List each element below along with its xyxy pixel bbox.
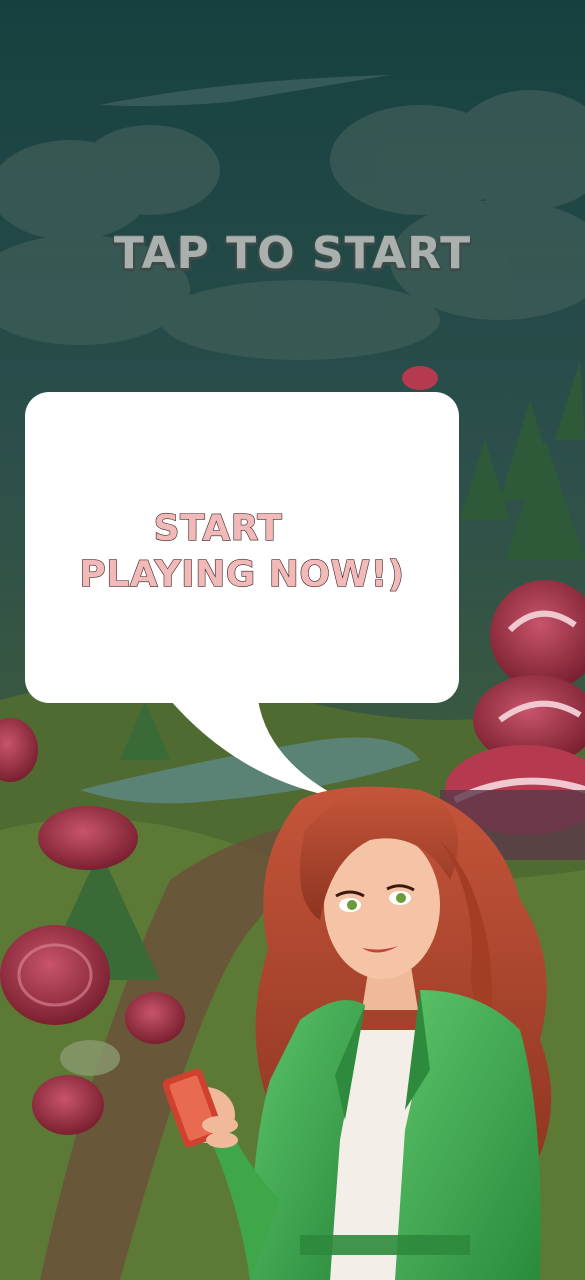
speech-line-2: PLAYING NOW!)	[79, 553, 405, 595]
speech-bubble: START PLAYING NOW!)	[25, 392, 459, 703]
speech-bubble-text: START PLAYING NOW!)	[25, 506, 459, 598]
game-background[interactable]: TAP TO START START PLAYING NOW!)	[0, 0, 585, 1280]
speech-line-1: START	[153, 507, 283, 549]
tap-to-start-label[interactable]: TAP TO START	[0, 228, 585, 279]
